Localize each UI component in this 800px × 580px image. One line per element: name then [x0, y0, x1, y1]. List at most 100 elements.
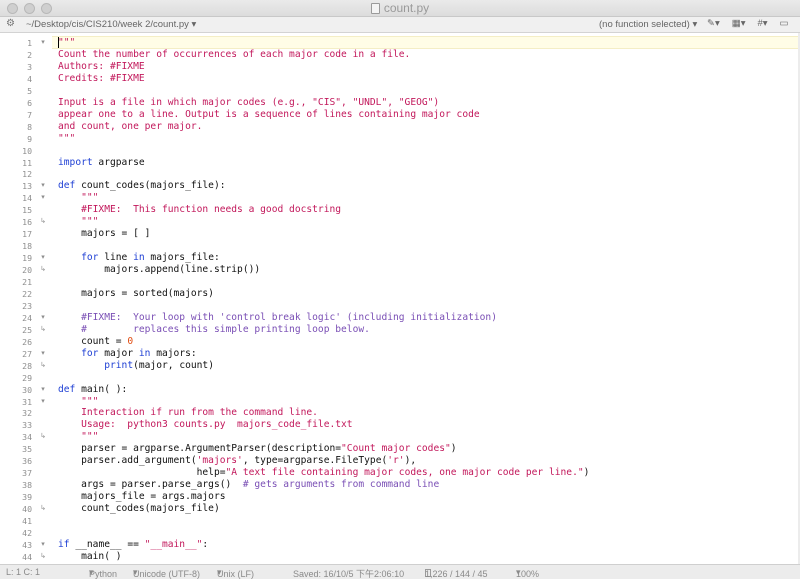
- fold-end-icon[interactable]: ↳: [38, 264, 48, 276]
- line-number: 33: [22, 420, 32, 431]
- fold-end-icon[interactable]: ↳: [38, 431, 48, 443]
- code-line[interactable]: print(major, count): [58, 360, 214, 372]
- hash-icon[interactable]: #▾: [757, 18, 767, 29]
- code-token: argparse: [92, 156, 145, 168]
- code-line[interactable]: parser = argparse.ArgumentParser(descrip…: [58, 443, 457, 455]
- fold-toggle-icon[interactable]: ▾: [38, 37, 48, 49]
- line-number: 19: [22, 253, 32, 264]
- code-line[interactable]: parser.add_argument('majors', type=argpa…: [58, 455, 416, 467]
- code-line[interactable]: Authors: #FIXME: [58, 61, 145, 73]
- code-line[interactable]: Input is a file in which major codes (e.…: [58, 97, 439, 109]
- fold-toggle-icon[interactable]: ▾: [38, 252, 48, 264]
- code-line[interactable]: for line in majors_file:: [58, 252, 220, 264]
- code-line[interactable]: """: [58, 133, 75, 145]
- code-line[interactable]: count_codes(majors_file): [58, 503, 220, 515]
- line-number: 32: [22, 408, 32, 419]
- text-options-icon[interactable]: ✎▾: [707, 18, 720, 29]
- fold-toggle-icon[interactable]: ▾: [38, 312, 48, 324]
- code-token: import: [58, 156, 93, 168]
- code-line[interactable]: help="A text file containing major codes…: [58, 467, 590, 479]
- line-number: 36: [22, 456, 32, 467]
- code-line[interactable]: and count, one per major.: [58, 121, 202, 133]
- line-number: 40: [22, 504, 32, 515]
- code-line[interactable]: import argparse: [58, 157, 145, 169]
- code-token: # replaces this simple printing loop bel…: [58, 323, 370, 335]
- line-number: 18: [22, 241, 32, 252]
- zoom-menu[interactable]: 100% ▾: [516, 567, 539, 579]
- code-line[interactable]: """: [58, 216, 98, 228]
- line-number: 28: [22, 360, 32, 371]
- cursor-position[interactable]: L: 1 C: 1: [6, 567, 40, 577]
- code-token: """: [58, 192, 99, 204]
- fold-toggle-icon[interactable]: ▾: [38, 180, 48, 192]
- code-line[interactable]: majors.append(line.strip()): [58, 264, 260, 276]
- code-line[interactable]: #FIXME: Your loop with 'control break lo…: [58, 312, 497, 324]
- code-text-area[interactable]: """ Count the number of occurrences of ea…: [52, 33, 798, 564]
- line-number: 16: [22, 217, 32, 228]
- code-token: majors:: [150, 347, 197, 359]
- code-editor[interactable]: 1 ▾ 2 3 4 5 6 7 8 9 10 11 12 13 ▾ 14 ▾ 15 16 ↳ 17 18 19 ▾ 20 ↳ 21 2…: [0, 33, 798, 564]
- file-path-menu[interactable]: ~/Desktop/cis/CIS210/week 2/count.py ▾: [26, 19, 196, 30]
- code-line[interactable]: count = 0: [58, 336, 133, 348]
- code-token: majors.append(line.strip()): [58, 264, 261, 276]
- fold-end-icon[interactable]: ↳: [38, 360, 48, 372]
- fold-end-icon[interactable]: ↳: [38, 216, 48, 228]
- code-token: """: [58, 216, 99, 228]
- gear-icon[interactable]: ⚙: [6, 18, 15, 29]
- code-line[interactable]: Interaction if run from the command line…: [58, 407, 318, 419]
- code-line[interactable]: majors_file = args.majors: [58, 491, 225, 503]
- code-token: (major, count): [133, 359, 214, 371]
- code-token: :: [202, 538, 209, 550]
- fold-toggle-icon[interactable]: ▾: [38, 396, 48, 408]
- code-line[interactable]: #FIXME: This function needs a good docst…: [58, 204, 341, 216]
- line-number-gutter: 1 ▾ 2 3 4 5 6 7 8 9 10 11 12 13 ▾ 14 ▾ 15 16 ↳ 17 18 19 ▾ 20 ↳ 21 2…: [0, 33, 52, 564]
- window-title: count.py: [0, 1, 800, 15]
- fold-toggle-icon[interactable]: ▾: [38, 539, 48, 551]
- code-line[interactable]: def count_codes(majors_file):: [58, 180, 226, 192]
- fold-end-icon[interactable]: ↳: [38, 503, 48, 515]
- language-menu[interactable]: Python ▾: [89, 567, 117, 579]
- code-line[interactable]: main( ): [58, 551, 121, 563]
- markers-icon[interactable]: ▦▾: [732, 18, 746, 29]
- fold-toggle-icon[interactable]: ▾: [38, 384, 48, 396]
- code-token: """: [58, 37, 76, 48]
- fold-toggle-icon[interactable]: ▾: [38, 192, 48, 204]
- code-line[interactable]: Credits: #FIXME: [58, 73, 145, 85]
- code-line[interactable]: def main( ):: [58, 384, 127, 396]
- encoding-menu[interactable]: Unicode (UTF-8) ▾: [133, 567, 200, 579]
- code-token: """: [58, 132, 76, 144]
- fold-end-icon[interactable]: ↳: [38, 551, 48, 563]
- code-token: Count the number of occurrences of each …: [58, 48, 411, 60]
- text-cursor: [58, 37, 59, 48]
- code-line[interactable]: Count the number of occurrences of each …: [58, 49, 410, 61]
- code-line[interactable]: """: [58, 37, 75, 49]
- code-token: ): [450, 443, 457, 455]
- fold-toggle-icon[interactable]: ▾: [38, 348, 48, 360]
- line-number: 12: [22, 169, 32, 180]
- code-line[interactable]: appear one to a line. Output is a sequen…: [58, 109, 480, 121]
- code-token: parser.add_argument(: [58, 455, 197, 467]
- code-line[interactable]: """: [58, 431, 98, 443]
- status-bar: L: 1 C: 1 Python ▾ Unicode (UTF-8) ▾ Uni…: [0, 564, 800, 579]
- code-line[interactable]: majors = [ ]: [58, 228, 150, 240]
- code-line[interactable]: if __name__ == "__main__":: [58, 539, 208, 551]
- code-token: 'majors': [196, 455, 243, 467]
- line-endings-menu[interactable]: Unix (LF) ▾: [217, 567, 254, 579]
- code-line[interactable]: majors = sorted(majors): [58, 288, 214, 300]
- code-line[interactable]: for major in majors:: [58, 348, 197, 360]
- code-line[interactable]: Usage: python3 counts.py majors_code_fil…: [58, 419, 352, 431]
- code-token: major: [98, 347, 139, 359]
- function-menu[interactable]: (no function selected) ▾: [599, 19, 697, 30]
- code-line[interactable]: # replaces this simple printing loop bel…: [58, 324, 370, 336]
- title-bar: count.py: [0, 0, 800, 17]
- code-line[interactable]: args = parser.parse_args() # gets argume…: [58, 479, 439, 491]
- line-number: 41: [22, 516, 32, 526]
- code-token: ),: [404, 455, 417, 467]
- code-line[interactable]: """: [58, 396, 98, 408]
- split-view-icon[interactable]: ▭: [780, 18, 789, 29]
- code-line[interactable]: """: [58, 192, 98, 204]
- fold-end-icon[interactable]: ↳: [38, 324, 48, 336]
- code-token: "Count major codes": [341, 443, 451, 455]
